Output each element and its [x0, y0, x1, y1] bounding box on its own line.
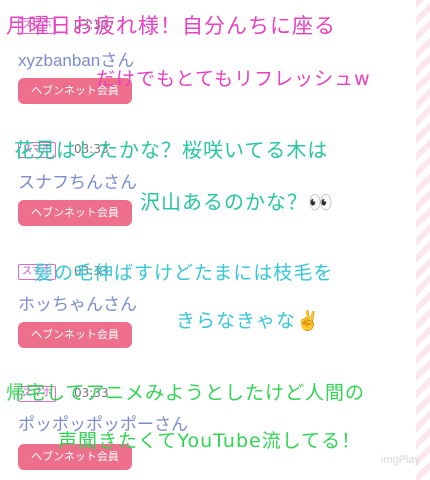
member-button[interactable]: ヘブンネット会員: [18, 200, 132, 226]
caption-line-2: 沢山あるのかな？👀: [140, 190, 334, 214]
username[interactable]: ホッちゃんさん: [18, 290, 137, 315]
post-card: スマホ 03:33 xyzbanbanさん ヘブンネット会員 月曜日お疲れ様！自…: [0, 0, 416, 123]
comment-feed[interactable]: スマホ 03:33 xyzbanbanさん ヘブンネット会員 月曜日お疲れ様！自…: [0, 0, 416, 480]
caption-line-2: だけでもとてもリフレッシュw: [96, 68, 371, 90]
member-button[interactable]: ヘブンネット会員: [18, 322, 132, 348]
username[interactable]: スナフちんさん: [18, 168, 137, 193]
caption-line-1: 月曜日お疲れ様！自分んちに座る: [6, 14, 336, 38]
post-card: スマホ 03:33 ポッポッポッポーさん ヘブンネット会員 帰宅してアニメみよう…: [0, 366, 416, 480]
side-stripe: [416, 0, 430, 480]
caption-line-1: 帰宅してアニメみようとしたけど人間の: [6, 382, 366, 404]
post-card: スマホ 03:33 スナフちんさん ヘブンネット会員 花見はしたかな？桜咲いてる…: [0, 122, 416, 245]
post-card: スマホ 03:33 ホッちゃんさん ヘブンネット会員 髪の毛伸ばすけどたまには枝…: [0, 244, 416, 367]
caption-line-2: きらなきゃな✌️: [176, 310, 321, 332]
caption-line-2: 声聞きたくてYouTube流してる！: [58, 430, 362, 452]
watermark: imgPlay: [380, 454, 420, 466]
caption-line-1: 髪の毛伸ばすけどたまには枝毛を: [34, 262, 334, 284]
caption-line-1: 花見はしたかな？桜咲いてる木は: [14, 138, 329, 162]
